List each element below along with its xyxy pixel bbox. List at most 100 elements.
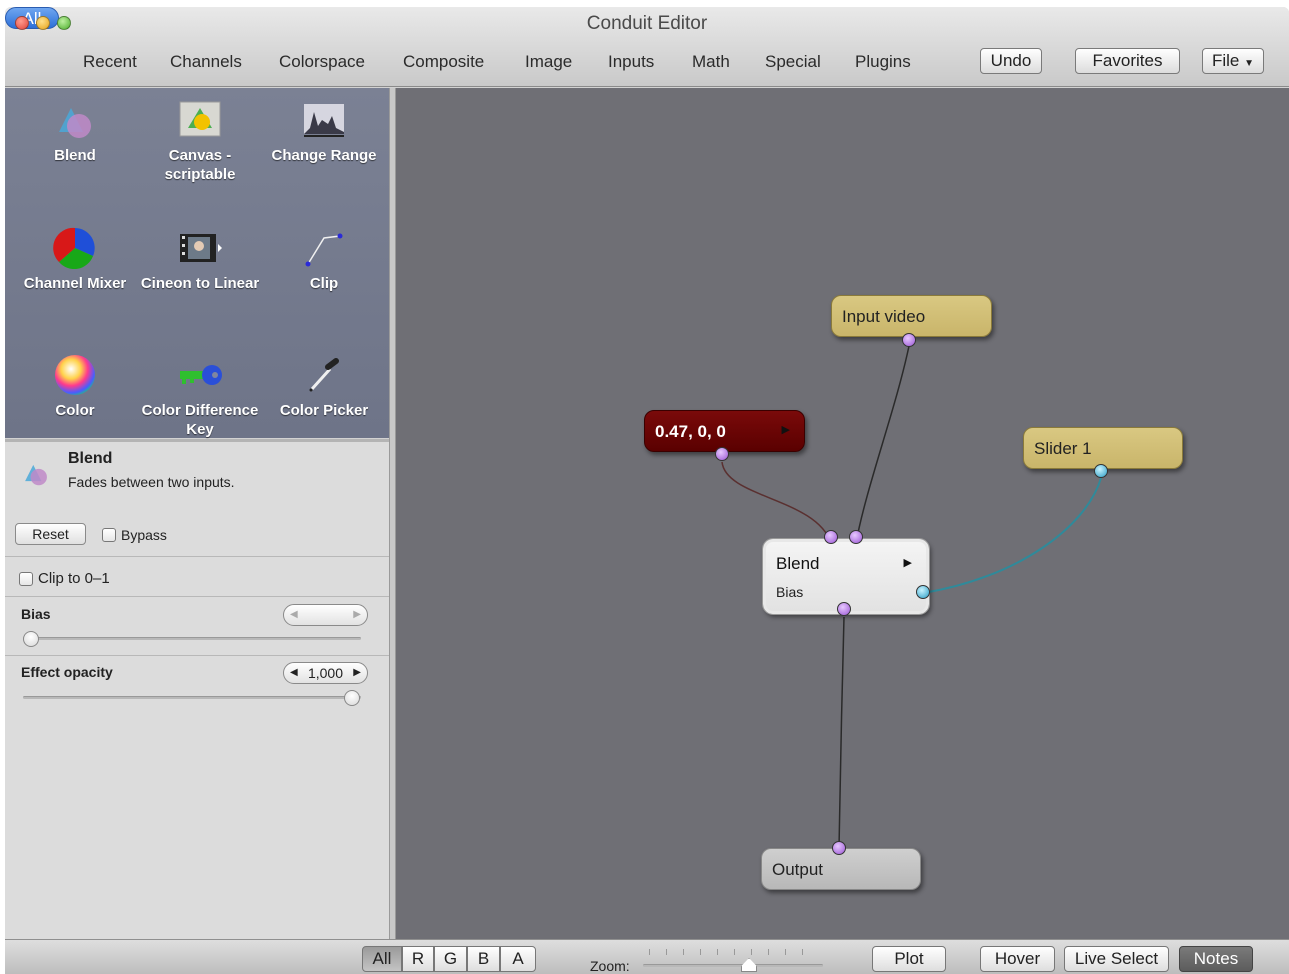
category-inputs[interactable]: Inputs: [608, 52, 654, 72]
channel-g-button[interactable]: G: [434, 946, 467, 972]
blend-icon: [59, 108, 91, 138]
category-special[interactable]: Special: [765, 52, 821, 72]
clip-label: Clip to 0–1: [38, 570, 110, 587]
library-item-blend[interactable]: Blend: [12, 98, 138, 165]
library-item-color-picker[interactable]: Color Picker: [261, 353, 387, 420]
node-label: Input video: [842, 307, 926, 326]
color-wheel-icon: [53, 227, 95, 270]
library-item-change-range[interactable]: Change Range: [261, 98, 387, 165]
histogram-icon: [304, 104, 344, 137]
key-icon: [180, 365, 222, 385]
undo-button[interactable]: Undo: [980, 48, 1042, 74]
panel-splitter[interactable]: [389, 88, 396, 939]
output-port[interactable]: [837, 602, 851, 616]
connection-wire[interactable]: [855, 345, 910, 544]
live-select-button[interactable]: Live Select: [1064, 946, 1169, 972]
reset-button[interactable]: Reset: [15, 523, 86, 545]
bias-label: Bias: [21, 606, 51, 622]
library-item-label: Color Picker: [279, 402, 369, 419]
film-icon: [180, 234, 222, 262]
input-port[interactable]: [832, 841, 846, 855]
file-menu-button[interactable]: File ▼: [1202, 48, 1264, 74]
color-value-node[interactable]: 0.47, 0, 0 ▶: [644, 410, 805, 452]
increment-icon[interactable]: ▶: [353, 663, 361, 683]
library-item-label: Channel Mixer: [23, 275, 127, 292]
file-menu-label: File: [1211, 51, 1240, 70]
output-port[interactable]: [1094, 464, 1108, 478]
node-label: 0.47, 0, 0: [655, 422, 726, 441]
output-port[interactable]: [715, 447, 729, 461]
chevron-down-icon: ▼: [1244, 58, 1255, 69]
library-item-cineon[interactable]: Cineon to Linear: [137, 226, 263, 293]
window-title: Conduit Editor: [586, 13, 708, 34]
notes-button[interactable]: Notes: [1179, 946, 1253, 972]
input-port[interactable]: [849, 530, 863, 544]
decrement-icon[interactable]: ◀: [290, 663, 298, 683]
channel-b-button[interactable]: B: [467, 946, 500, 972]
category-math[interactable]: Math: [692, 52, 730, 72]
category-channels[interactable]: Channels: [170, 52, 242, 72]
input-video-node[interactable]: Input video: [831, 295, 992, 337]
toolbar: Conduit Editor All Recent Channels Color…: [5, 7, 1289, 87]
bias-slider-track[interactable]: [23, 637, 361, 640]
zoom-slider-ticks: [649, 949, 819, 955]
effect-description: Fades between two inputs.: [68, 474, 235, 490]
library-item-label: Clip: [309, 275, 339, 292]
channel-r-button[interactable]: R: [402, 946, 434, 972]
opacity-slider-knob[interactable]: [344, 690, 360, 706]
play-arrow-icon[interactable]: ▶: [904, 556, 912, 569]
divider: [5, 655, 389, 656]
node-graph-canvas[interactable]: 0.47, 0, 0 ▶ Input video Slider 1 Blend …: [396, 88, 1289, 939]
bias-stepper[interactable]: ◀ ▶: [283, 604, 368, 626]
connection-wire[interactable]: [838, 616, 845, 849]
library-item-channel-mixer[interactable]: Channel Mixer: [12, 226, 138, 293]
library-item-color[interactable]: Color: [12, 353, 138, 420]
channel-a-button[interactable]: A: [500, 946, 536, 972]
library-item-label: Blend: [54, 147, 96, 164]
param-port[interactable]: [916, 585, 930, 599]
decrement-icon[interactable]: ◀: [290, 605, 298, 625]
library-item-clip[interactable]: Clip: [261, 226, 387, 293]
divider: [5, 596, 389, 597]
category-composite[interactable]: Composite: [403, 52, 484, 72]
curve-icon: [305, 233, 343, 267]
category-colorspace[interactable]: Colorspace: [279, 52, 365, 72]
increment-icon[interactable]: ▶: [353, 605, 361, 625]
play-arrow-icon[interactable]: ▶: [782, 423, 790, 436]
zoom-label: Zoom:: [590, 958, 630, 974]
library-item-color-difference-key[interactable]: Color Difference Key: [137, 353, 263, 439]
clip-checkbox[interactable]: [19, 572, 33, 586]
graph-connections: [721, 345, 1102, 849]
canvas-icon: [179, 101, 221, 137]
slider-node[interactable]: Slider 1: [1023, 427, 1183, 469]
plot-button[interactable]: Plot: [872, 946, 946, 972]
bias-slider-knob[interactable]: [23, 631, 39, 647]
zoom-slider-track[interactable]: [643, 964, 823, 967]
inspector-panel: Blend Fades between two inputs. Reset By…: [5, 439, 389, 939]
category-image[interactable]: Image: [525, 52, 572, 72]
channel-all-button[interactable]: All: [362, 946, 402, 972]
opacity-slider-track[interactable]: [23, 696, 361, 699]
library-item-label: Color: [55, 402, 95, 419]
effects-library: Blend Canvas - scriptable Change Range C…: [5, 88, 389, 438]
opacity-stepper[interactable]: ◀ 1,000 ▶: [283, 662, 368, 684]
input-port[interactable]: [824, 530, 838, 544]
opacity-value[interactable]: 1,000: [308, 665, 343, 681]
node-label: Blend: [776, 554, 820, 573]
status-bar: All R G B A Zoom: Plot Hover Live Select…: [5, 939, 1289, 974]
category-recent[interactable]: Recent: [83, 52, 137, 72]
node-param-label: Bias: [776, 584, 804, 600]
node-label: Slider 1: [1034, 439, 1092, 458]
output-port[interactable]: [902, 333, 916, 347]
category-plugins[interactable]: Plugins: [855, 52, 911, 72]
library-item-canvas[interactable]: Canvas - scriptable: [137, 98, 263, 184]
library-item-label: Change Range: [271, 147, 377, 164]
divider: [5, 556, 389, 557]
hover-button[interactable]: Hover: [980, 946, 1055, 972]
library-item-label: Color Difference Key: [141, 402, 259, 438]
connection-wire[interactable]: [922, 477, 1102, 594]
connection-wire[interactable]: [721, 461, 832, 544]
favorites-button[interactable]: Favorites: [1075, 48, 1180, 74]
zoom-slider-knob[interactable]: [741, 958, 757, 972]
bypass-checkbox[interactable]: [102, 528, 116, 542]
